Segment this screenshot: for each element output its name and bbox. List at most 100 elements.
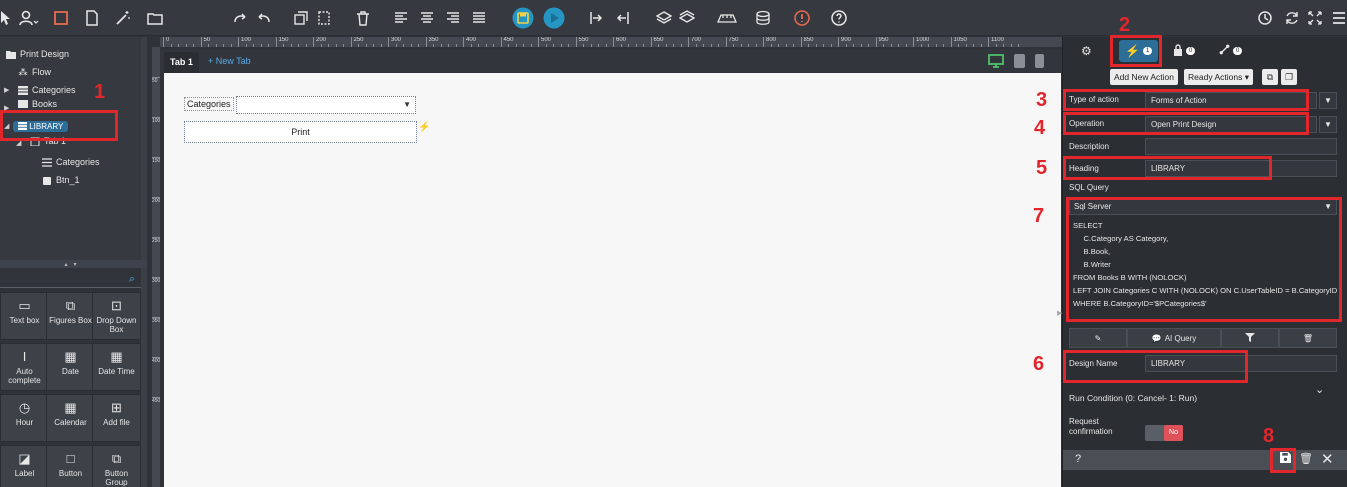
trash-icon[interactable] [353, 8, 373, 28]
bolt-icon[interactable]: ⚡ [418, 122, 430, 133]
edit-query-button[interactable]: ✎ [1069, 328, 1127, 348]
tree-item-flow[interactable]: ⁂ Flow [18, 64, 52, 80]
trash-icon[interactable]: 🗑 [1299, 452, 1313, 465]
copy-action-icon[interactable]: ⧉ [1262, 69, 1278, 85]
widget-label[interactable]: ◪ Label [0, 445, 49, 487]
widget-button[interactable]: □ Button [46, 445, 95, 487]
delete-query-button[interactable]: 🗑 [1279, 328, 1337, 348]
search-icon[interactable]: ⌕ [129, 273, 135, 286]
copy-icon[interactable] [291, 8, 311, 28]
widget-button-group[interactable]: ⧉ Button Group [92, 445, 141, 487]
run-condition-label: Run Condition (0: Cancel- 1: Run) [1069, 393, 1198, 403]
new-tab-link[interactable]: + New Tab [208, 56, 251, 66]
annotation-box-2 [1110, 35, 1162, 67]
categories-label[interactable]: Categories [184, 97, 234, 111]
chevron-down-icon[interactable]: ▼ [1319, 116, 1337, 133]
add-new-action-button[interactable]: Add New Action [1110, 69, 1179, 85]
database-icon[interactable] [753, 8, 773, 28]
ready-actions-button[interactable]: Ready Actions ▾ [1184, 69, 1253, 85]
phone-icon[interactable] [1035, 54, 1044, 68]
widget-dropdown[interactable]: ⊡ Drop Down Box [92, 292, 141, 340]
ruler-minor-tick [778, 44, 779, 47]
widget-add-file[interactable]: ⊞ Add file [92, 394, 141, 442]
main-toolbar [0, 0, 1347, 36]
tab-settings[interactable]: ⚙ [1081, 40, 1092, 62]
panel-splitter[interactable]: ▴▾ [0, 260, 147, 268]
tab-permissions[interactable]: 0 [1173, 40, 1196, 62]
help-icon[interactable] [829, 8, 849, 28]
tree-item-print-design[interactable]: Print Design [6, 46, 69, 62]
expand-icon[interactable]: ▶ [4, 86, 9, 94]
widget-text-cursor[interactable]: I Auto complete [0, 343, 49, 391]
widget-scrollbar[interactable] [141, 268, 147, 487]
help-button[interactable]: ? [1075, 453, 1081, 465]
widget-search-input[interactable]: ⌕ [0, 270, 141, 288]
file-icon[interactable] [82, 8, 102, 28]
align-center-icon[interactable] [417, 8, 437, 28]
widget-figures-box[interactable]: ⧉ Figures Box [46, 292, 95, 340]
link-icon [1219, 44, 1230, 58]
align-left-icon[interactable] [391, 8, 411, 28]
annotation-box-8 [1270, 448, 1296, 473]
play-icon[interactable] [543, 7, 565, 29]
tree-item-books[interactable]: Books [18, 100, 57, 108]
align-right-icon[interactable] [443, 8, 463, 28]
widget-date-time[interactable]: ▦ Date Time [92, 343, 141, 391]
layers-down-icon[interactable] [677, 8, 697, 28]
save-icon[interactable] [512, 7, 534, 29]
close-icon[interactable]: ✕ [1321, 450, 1334, 468]
square-icon[interactable] [51, 8, 71, 28]
tree-item-categories[interactable]: Categories [18, 82, 76, 98]
request-confirmation-toggle[interactable]: No [1145, 425, 1183, 441]
tab-1[interactable]: Tab 1 [164, 52, 199, 73]
widget-label: Calendar [54, 418, 87, 427]
align-start-icon[interactable] [586, 8, 606, 28]
pointer-icon[interactable] [0, 8, 16, 28]
ruler-tick: 200 [313, 37, 326, 47]
paste-icon[interactable] [314, 8, 334, 28]
design-canvas[interactable]: Categories ▼ Print ⚡ [164, 73, 1061, 487]
date-time-icon: ▦ [110, 349, 123, 364]
folder-icon[interactable] [145, 8, 165, 28]
widget-text-box[interactable]: ▭ Text box [0, 292, 49, 340]
ai-query-button[interactable]: 💬 AI Query [1127, 328, 1221, 348]
annotation-number-5: 5 [1036, 157, 1048, 179]
tablet-icon[interactable] [1014, 54, 1025, 68]
ruler-tick: 300 [152, 277, 160, 284]
tree-label: Flow [32, 67, 52, 77]
menu-icon[interactable] [1329, 8, 1347, 28]
ruler-tick: 450 [500, 37, 514, 47]
add-user-icon[interactable] [16, 8, 42, 28]
permissions-badge: 0 [1186, 47, 1196, 55]
widget-date[interactable]: ▦ Date [46, 343, 95, 391]
tree-item-btn[interactable]: Btn_1 [42, 172, 80, 188]
align-end-icon[interactable] [613, 8, 633, 28]
redo-icon[interactable] [230, 8, 250, 28]
chevron-down-icon[interactable]: ▼ [1319, 92, 1337, 109]
tab-links[interactable]: 0 [1219, 40, 1243, 62]
undo-icon[interactable] [254, 8, 274, 28]
print-button[interactable]: Print [184, 121, 417, 143]
ruler-tick: 400 [152, 357, 160, 364]
tree-item-child-categories[interactable]: Categories [42, 154, 100, 170]
refresh-icon[interactable] [1282, 8, 1302, 28]
info-icon[interactable] [792, 8, 812, 28]
layers-up-icon[interactable] [654, 8, 674, 28]
ruler-minor-tick [905, 44, 907, 47]
widget-calendar[interactable]: ▦ Calendar [46, 394, 95, 442]
description-input[interactable] [1145, 138, 1337, 155]
widget-clock[interactable]: ◷ Hour [0, 394, 49, 442]
history-icon[interactable] [1255, 8, 1275, 28]
ruler-icon[interactable] [716, 8, 738, 28]
monitor-icon[interactable] [988, 54, 1004, 68]
vertical-ruler: 50 100 150 200 250 300 350 400 450 [152, 47, 160, 487]
paste-action-icon[interactable]: ❐ [1281, 69, 1297, 85]
tree-scrollbar[interactable] [141, 37, 147, 260]
fullscreen-icon[interactable] [1305, 8, 1325, 28]
collapse-panel-icon[interactable]: ▶ [1057, 309, 1062, 317]
justify-icon[interactable] [469, 8, 489, 28]
categories-dropdown[interactable]: ▼ [236, 96, 416, 114]
magic-wand-icon[interactable] [113, 8, 133, 28]
chevron-down-icon[interactable]: ⌄ [1315, 383, 1324, 396]
filter-button[interactable] [1221, 328, 1279, 348]
